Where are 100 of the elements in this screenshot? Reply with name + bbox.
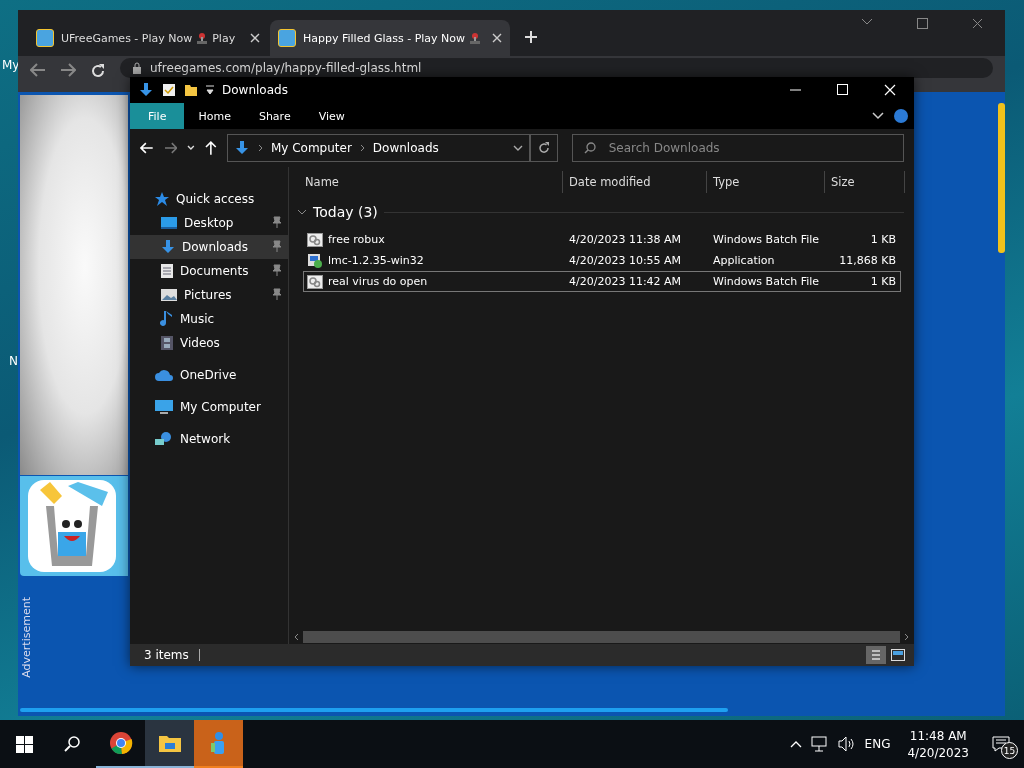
- size-cell-text: 1 KB: [869, 275, 897, 288]
- maximize-icon: [837, 84, 848, 95]
- type-cell-text: Application: [712, 254, 776, 267]
- sidebar-item[interactable]: Network: [130, 427, 288, 451]
- gears-icon: [307, 232, 323, 247]
- file-row[interactable]: real virus do open 4/20/2023 11:42 AM Windows Batch File 1 KB: [303, 271, 901, 292]
- sidebar-item[interactable]: Videos: [130, 331, 288, 355]
- size-cell-text: 11,868 KB: [838, 254, 897, 267]
- language-indicator[interactable]: ENG: [864, 737, 891, 751]
- date-cell-text: 4/20/2023 11:38 AM: [568, 233, 683, 246]
- refresh-button[interactable]: [530, 134, 558, 162]
- search-icon: [583, 142, 596, 154]
- sidebar-item[interactable]: Desktop: [130, 211, 288, 235]
- help-icon[interactable]: [894, 109, 908, 123]
- cloud-icon: [154, 368, 174, 382]
- file-row[interactable]: lmc-1.2.35-win32 4/20/2023 10:55 AM Application 11,868 KB: [303, 250, 901, 271]
- forward-arrow-icon: [163, 142, 178, 154]
- sidebar-item[interactable]: My Computer: [130, 395, 288, 419]
- address-bar[interactable]: My Computer Downloads: [226, 134, 531, 162]
- browser-tab[interactable]: UFreeGames - Play Now Play: [28, 20, 268, 56]
- new-tab-icon: [524, 29, 538, 44]
- chevron-up-icon: [789, 740, 802, 748]
- scroll-left-icon[interactable]: [293, 633, 299, 641]
- chevron-down-icon: [187, 145, 196, 151]
- sidebar-item[interactable]: Pictures: [130, 283, 288, 307]
- tab-title: UFreeGames - Play Now: [61, 31, 193, 45]
- file-name: real virus do open: [328, 275, 428, 288]
- tab-title: Play: [212, 31, 236, 45]
- ribbon-tab[interactable]: Home: [184, 103, 245, 129]
- network-icon: [154, 431, 174, 447]
- folder-icon: [184, 83, 198, 97]
- desktop-icon-label[interactable]: N: [9, 354, 18, 368]
- ribbon-tab[interactable]: File: [130, 103, 185, 129]
- refresh-icon: [537, 142, 550, 154]
- tab-title: Happy Filled Glass - Play Now: [303, 31, 466, 45]
- game-favicon-icon: [36, 29, 54, 47]
- up-arrow-icon: [205, 141, 217, 155]
- details-view-icon: [871, 649, 881, 661]
- network-icon: [810, 736, 829, 752]
- sidebar-item[interactable]: Quick access: [130, 187, 288, 211]
- ribbon-tab[interactable]: Share: [244, 103, 305, 129]
- column-header[interactable]: Size: [825, 171, 905, 193]
- lock-icon: [132, 62, 142, 74]
- view-button[interactable]: [888, 646, 908, 664]
- chrome-icon: [108, 731, 133, 755]
- joystick-icon: [469, 32, 482, 44]
- file-name: free robux: [328, 233, 385, 246]
- maximize-icon: [917, 18, 928, 29]
- forward-arrow-icon: [60, 63, 76, 77]
- notification-button[interactable]: 15: [986, 729, 1016, 759]
- file-row[interactable]: free robux 4/20/2023 11:38 AM Windows Batch File 1 KB: [303, 229, 901, 250]
- speaker-icon: [837, 736, 856, 752]
- installer-icon: [307, 252, 323, 269]
- sidebar-item[interactable]: Downloads: [130, 235, 288, 259]
- column-header[interactable]: Name: [299, 171, 563, 193]
- sidebar-item[interactable]: Music: [130, 307, 288, 331]
- column-header[interactable]: Type: [707, 171, 825, 193]
- music-note-icon: [160, 310, 174, 328]
- item-count: 3 items: [144, 648, 189, 662]
- scroll-right-icon[interactable]: [904, 633, 910, 641]
- type-cell-text: Windows Batch File: [712, 275, 821, 288]
- date-cell-text: 4/20/2023 11:42 AM: [568, 275, 683, 288]
- advertisement-label: Advertisement: [20, 597, 33, 678]
- joystick-icon: [196, 32, 209, 44]
- group-header[interactable]: Today (3): [289, 197, 914, 227]
- scrollbar-thumb[interactable]: [998, 103, 1005, 253]
- dropdown-icon: [206, 85, 214, 95]
- download-icon: [160, 239, 176, 255]
- search-icon: [64, 736, 80, 752]
- close-icon: [250, 33, 260, 43]
- search-field[interactable]: Search Downloads: [571, 134, 904, 162]
- size-cell-text: 1 KB: [869, 233, 897, 246]
- taskbar-app[interactable]: [145, 720, 194, 768]
- date-cell-text: 4/20/2023 10:55 AM: [568, 254, 683, 267]
- sidebar-item[interactable]: Documents: [130, 259, 288, 283]
- game-thumbnail[interactable]: [20, 476, 128, 576]
- star-icon: [154, 191, 170, 207]
- close-icon: [972, 18, 983, 29]
- sidebar-item[interactable]: OneDrive: [130, 363, 288, 387]
- chevron-down-icon: [861, 18, 873, 26]
- column-header[interactable]: Date modified: [563, 171, 707, 193]
- properties-icon: [162, 83, 176, 97]
- folder-icon: [157, 733, 182, 753]
- file-name: lmc-1.2.35-win32: [328, 254, 424, 267]
- monitor-icon: [160, 216, 178, 230]
- download-icon: [138, 82, 154, 98]
- ribbon-tab[interactable]: View: [304, 103, 359, 129]
- game-favicon-icon: [278, 29, 296, 47]
- chevron-right-icon: [257, 144, 263, 152]
- image-icon: [160, 288, 178, 302]
- address-bar[interactable]: ufreegames.com/play/happy-filled-glass.html: [120, 58, 993, 78]
- window-title: Downloads: [222, 83, 288, 97]
- browser-tab[interactable]: Happy Filled Glass - Play Now: [270, 20, 510, 56]
- film-icon: [160, 335, 174, 351]
- type-cell-text: Windows Batch File: [712, 233, 821, 246]
- close-icon: [884, 84, 896, 96]
- clock[interactable]: 11:48 AM 4/20/2023: [899, 728, 977, 760]
- reload-icon: [90, 63, 106, 79]
- desktop-icon-label[interactable]: My: [2, 58, 20, 72]
- chevron-right-icon: [359, 144, 365, 152]
